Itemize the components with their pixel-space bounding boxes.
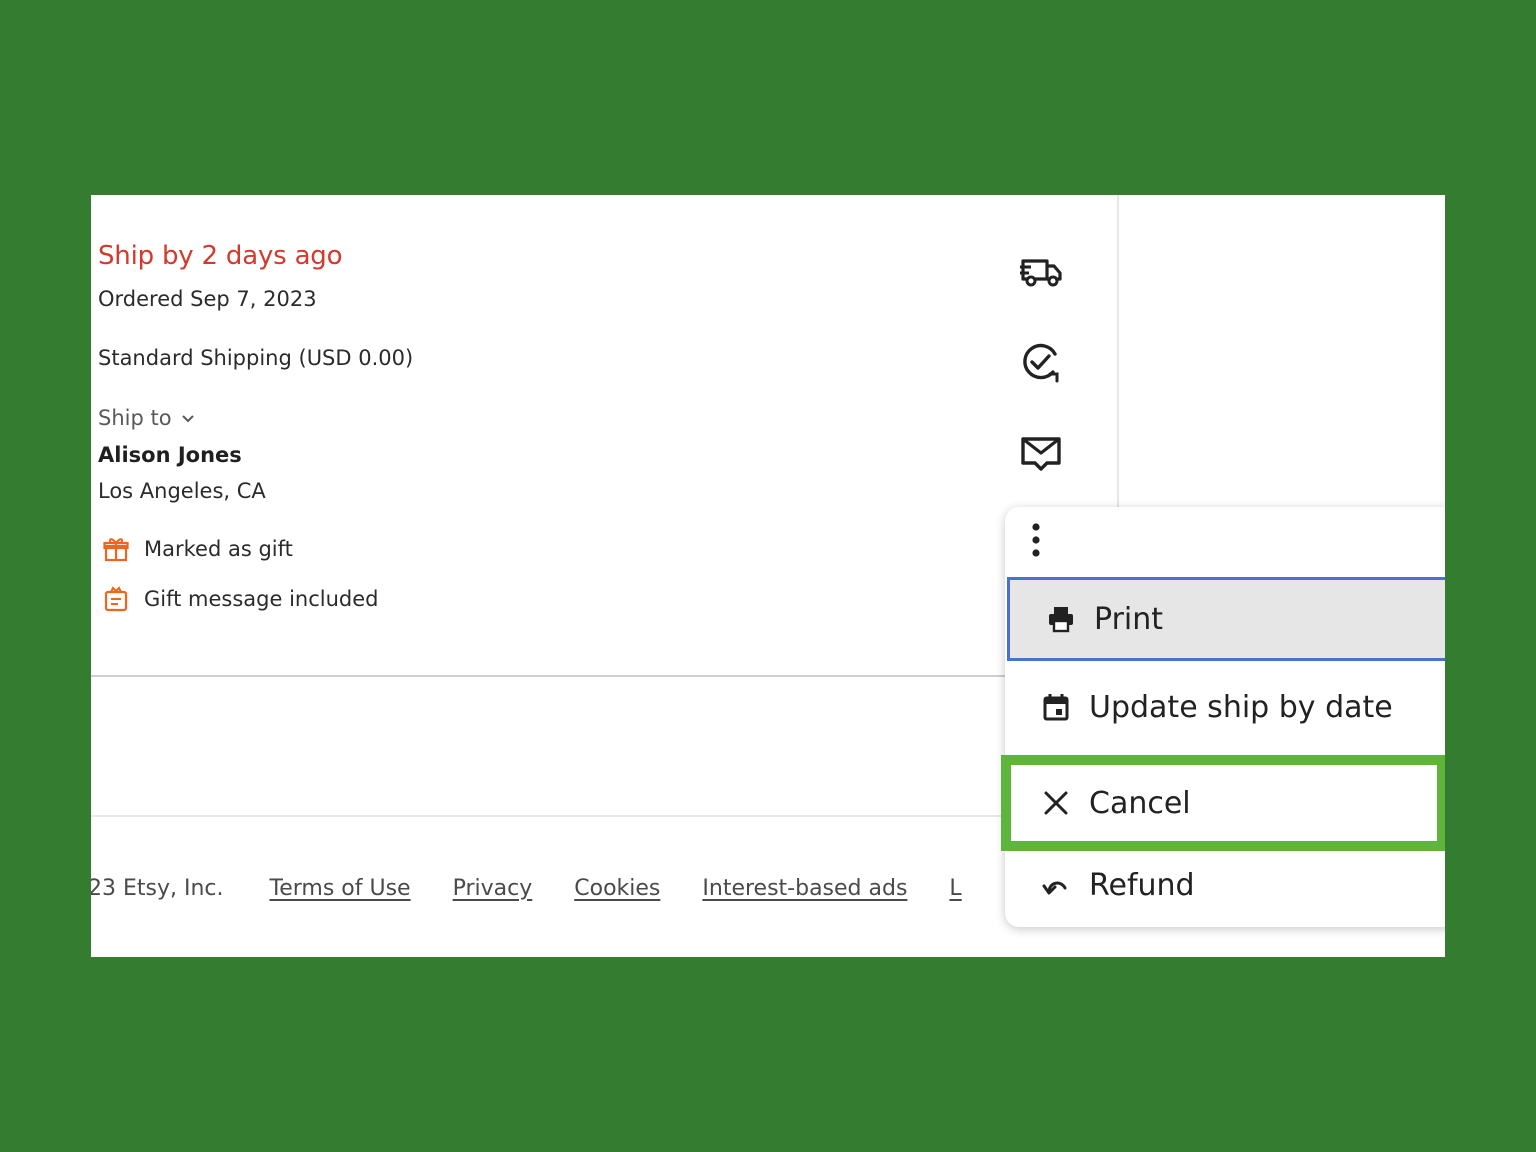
- gift-icon: [103, 538, 129, 562]
- footer-link-interest-ads[interactable]: Interest-based ads: [702, 876, 907, 901]
- shipping-method: Standard Shipping (USD 0.00): [98, 346, 414, 370]
- gift-marked-label: Marked as gift: [144, 537, 293, 561]
- check-circle-icon: [1023, 343, 1059, 383]
- order-actions-menu: Print Update ship by date Cancel Refund: [1001, 507, 1445, 927]
- site-footer: 23 Etsy, Inc. Terms of Use Privacy Cooki…: [91, 871, 1004, 905]
- delivery-truck-icon: [1020, 259, 1062, 287]
- ordered-date: Ordered Sep 7, 2023: [98, 287, 317, 311]
- ship-by-status: Ship by 2 days ago: [98, 241, 343, 271]
- ship-to-toggle[interactable]: Ship to: [98, 406, 196, 430]
- footer-link-terms[interactable]: Terms of Use: [270, 876, 411, 901]
- printer-icon: [1044, 602, 1078, 636]
- delivery-truck-button[interactable]: [1017, 247, 1065, 295]
- menu-item-cancel-label: Cancel: [1089, 785, 1191, 821]
- footer-link-privacy[interactable]: Privacy: [453, 876, 533, 901]
- message-button[interactable]: [1017, 429, 1065, 477]
- column-divider: [1117, 195, 1119, 515]
- gift-message-row: Gift message included: [102, 585, 379, 613]
- menu-item-cancel[interactable]: Cancel: [1001, 755, 1445, 851]
- menu-item-refund[interactable]: Refund: [1005, 843, 1445, 927]
- footer-divider: [91, 815, 1021, 817]
- recipient-name: Alison Jones: [98, 443, 242, 467]
- chevron-down-icon: [181, 415, 194, 423]
- close-icon: [1039, 786, 1073, 820]
- more-options-icon[interactable]: [1027, 521, 1045, 559]
- gift-message-label: Gift message included: [144, 587, 379, 611]
- section-divider: [91, 675, 1021, 677]
- footer-link-cookies[interactable]: Cookies: [574, 876, 660, 901]
- menu-item-print-label: Print: [1094, 601, 1164, 637]
- menu-item-update-ship-date[interactable]: Update ship by date: [1005, 665, 1445, 749]
- menu-item-update-label: Update ship by date: [1089, 689, 1393, 725]
- menu-item-print[interactable]: Print: [1007, 577, 1445, 661]
- gift-message-icon: [104, 586, 128, 612]
- menu-item-refund-label: Refund: [1089, 867, 1195, 903]
- undo-arrow-icon: [1039, 868, 1073, 902]
- order-panel: Ship by 2 days ago Ordered Sep 7, 2023 S…: [91, 195, 1445, 957]
- copyright-text: 23 Etsy, Inc.: [91, 875, 224, 901]
- check-circle-button[interactable]: [1017, 338, 1065, 386]
- ship-to-label: Ship to: [98, 406, 172, 430]
- recipient-location: Los Angeles, CA: [98, 479, 266, 503]
- footer-link-truncated[interactable]: L: [949, 876, 961, 901]
- message-envelope-icon: [1021, 437, 1061, 471]
- gift-marked-row: Marked as gift: [102, 535, 293, 563]
- calendar-icon: [1039, 690, 1073, 724]
